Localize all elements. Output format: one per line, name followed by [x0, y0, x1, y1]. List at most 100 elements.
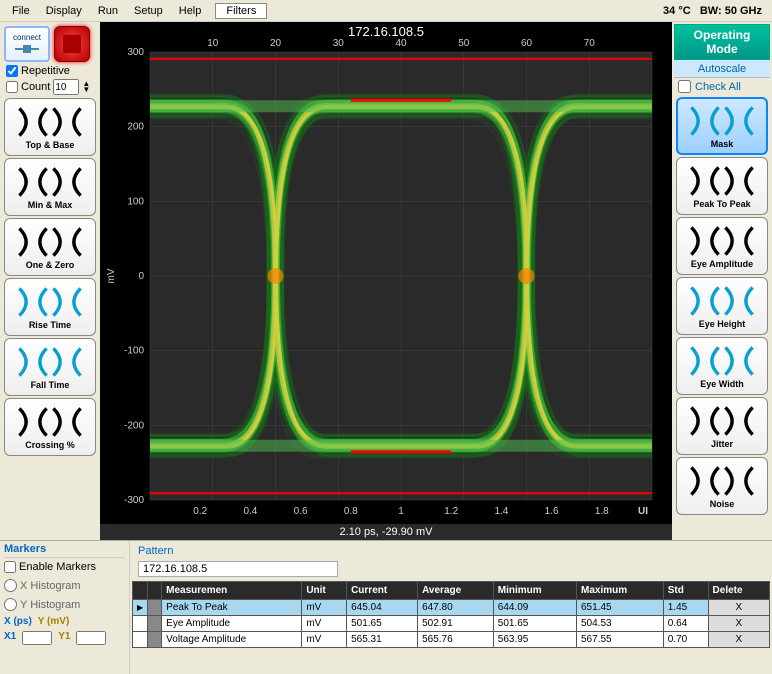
- delete-button[interactable]: X: [708, 632, 769, 648]
- table-header: [148, 582, 162, 600]
- count-checkbox[interactable]: [6, 81, 18, 93]
- menu-display[interactable]: Display: [38, 3, 90, 19]
- crossing-label: Crossing %: [25, 440, 75, 450]
- meas-std: 1.45: [663, 600, 708, 616]
- table-header: Measuremen: [162, 582, 302, 600]
- table-header: Std: [663, 582, 708, 600]
- svg-text:60: 60: [521, 38, 533, 49]
- svg-text:200: 200: [127, 122, 144, 133]
- table-row[interactable]: ▶ Peak To Peak mV 645.04 647.80 644.09 6…: [133, 600, 770, 616]
- row-handle[interactable]: [148, 616, 162, 632]
- svg-text:1.2: 1.2: [444, 506, 458, 517]
- table-header: Unit: [302, 582, 347, 600]
- svg-text:30: 30: [333, 38, 345, 49]
- meas-average: 647.80: [418, 600, 494, 616]
- pattern-ip-field[interactable]: 172.16.108.5: [138, 561, 338, 577]
- y1-input[interactable]: [76, 631, 106, 645]
- meas-std: 0.70: [663, 632, 708, 648]
- meas-minimum: 563.95: [493, 632, 576, 648]
- eye-amplitude-button[interactable]: Eye Amplitude: [676, 217, 768, 275]
- row-selector-icon[interactable]: ▶: [133, 600, 148, 616]
- row-handle[interactable]: [148, 632, 162, 648]
- svg-text:10: 10: [207, 38, 219, 49]
- connect-label: connect: [13, 33, 41, 42]
- svg-text:300: 300: [127, 47, 144, 58]
- svg-text:UI: UI: [638, 506, 648, 517]
- rise-time-label: Rise Time: [29, 320, 71, 330]
- meas-average: 502.91: [418, 616, 494, 632]
- eye-diagram-plot[interactable]: 172.16.108.5 3002001000-100-200-300mV102…: [100, 22, 672, 540]
- min-max-button[interactable]: Min & Max: [4, 158, 96, 216]
- count-spinner[interactable]: ▲▼: [82, 81, 90, 93]
- svg-text:1: 1: [398, 506, 404, 517]
- stop-button[interactable]: [54, 26, 90, 62]
- row-selector-icon[interactable]: [133, 616, 148, 632]
- delete-button[interactable]: X: [708, 616, 769, 632]
- peak-to-peak-button[interactable]: Peak To Peak: [676, 157, 768, 215]
- svg-text:70: 70: [584, 38, 596, 49]
- row-selector-icon[interactable]: [133, 632, 148, 648]
- row-handle[interactable]: [148, 600, 162, 616]
- svg-text:-200: -200: [124, 420, 144, 431]
- noise-label: Noise: [710, 499, 735, 509]
- table-header: Minimum: [493, 582, 576, 600]
- top-base-button[interactable]: Top & Base: [4, 98, 96, 156]
- pattern-tab[interactable]: Pattern: [132, 543, 770, 559]
- connect-button[interactable]: connect: [4, 26, 50, 62]
- operating-mode-button[interactable]: OperatingMode: [674, 24, 770, 60]
- x-histogram-label: X Histogram: [20, 580, 81, 592]
- svg-text:0: 0: [138, 271, 144, 282]
- eye-width-button[interactable]: Eye Width: [676, 337, 768, 395]
- menu-help[interactable]: Help: [171, 3, 210, 19]
- svg-text:-100: -100: [124, 346, 144, 357]
- count-input[interactable]: [53, 79, 79, 95]
- x-histogram-radio[interactable]: [4, 579, 17, 592]
- delete-button[interactable]: X: [708, 600, 769, 616]
- meas-current: 645.04: [347, 600, 418, 616]
- meas-name: Voltage Amplitude: [162, 632, 302, 648]
- jitter-button[interactable]: Jitter: [676, 397, 768, 455]
- fall-time-button[interactable]: Fall Time: [4, 338, 96, 396]
- svg-text:20: 20: [270, 38, 282, 49]
- count-label: Count: [21, 81, 50, 93]
- repetitive-label: Repetitive: [21, 65, 70, 77]
- table-row[interactable]: Eye Amplitude mV 501.65 502.91 501.65 50…: [133, 616, 770, 632]
- autoscale-button[interactable]: Autoscale: [674, 60, 770, 78]
- table-header: Delete: [708, 582, 769, 600]
- svg-text:1.4: 1.4: [494, 506, 508, 517]
- one-zero-button[interactable]: One & Zero: [4, 218, 96, 276]
- meas-unit: mV: [302, 616, 347, 632]
- crossing-button[interactable]: Crossing %: [4, 398, 96, 456]
- repetitive-checkbox[interactable]: [6, 65, 18, 77]
- mask-button[interactable]: Mask: [676, 97, 768, 155]
- table-header: Maximum: [577, 582, 664, 600]
- y-axis-label: Y (mV): [38, 616, 70, 627]
- check-all-checkbox[interactable]: [678, 80, 691, 93]
- svg-text:0.6: 0.6: [294, 506, 308, 517]
- y-histogram-radio[interactable]: [4, 598, 17, 611]
- left-toolbar: connect Repetitive Count ▲▼ Top & Base M…: [0, 22, 100, 540]
- table-row[interactable]: Voltage Amplitude mV 565.31 565.76 563.9…: [133, 632, 770, 648]
- meas-current: 501.65: [347, 616, 418, 632]
- filters-button[interactable]: Filters: [215, 3, 267, 19]
- status-readout: 34 °C BW: 50 GHz: [663, 5, 768, 17]
- noise-button[interactable]: Noise: [676, 457, 768, 515]
- fall-time-label: Fall Time: [31, 380, 70, 390]
- enable-markers-checkbox[interactable]: [4, 561, 16, 573]
- plot-title: 172.16.108.5: [100, 24, 672, 39]
- eye-amplitude-label: Eye Amplitude: [691, 259, 753, 269]
- menu-run[interactable]: Run: [90, 3, 126, 19]
- menu-setup[interactable]: Setup: [126, 3, 171, 19]
- rise-time-button[interactable]: Rise Time: [4, 278, 96, 336]
- top-base-label: Top & Base: [26, 140, 75, 150]
- eye-height-button[interactable]: Eye Height: [676, 277, 768, 335]
- table-header: Average: [418, 582, 494, 600]
- menu-bar: File Display Run Setup Help Filters 34 °…: [0, 0, 772, 22]
- menu-file[interactable]: File: [4, 3, 38, 19]
- svg-text:0.4: 0.4: [243, 506, 257, 517]
- meas-name: Peak To Peak: [162, 600, 302, 616]
- svg-text:50: 50: [458, 38, 470, 49]
- x1-input[interactable]: [22, 631, 52, 645]
- one-zero-label: One & Zero: [26, 260, 75, 270]
- svg-text:-300: -300: [124, 495, 144, 506]
